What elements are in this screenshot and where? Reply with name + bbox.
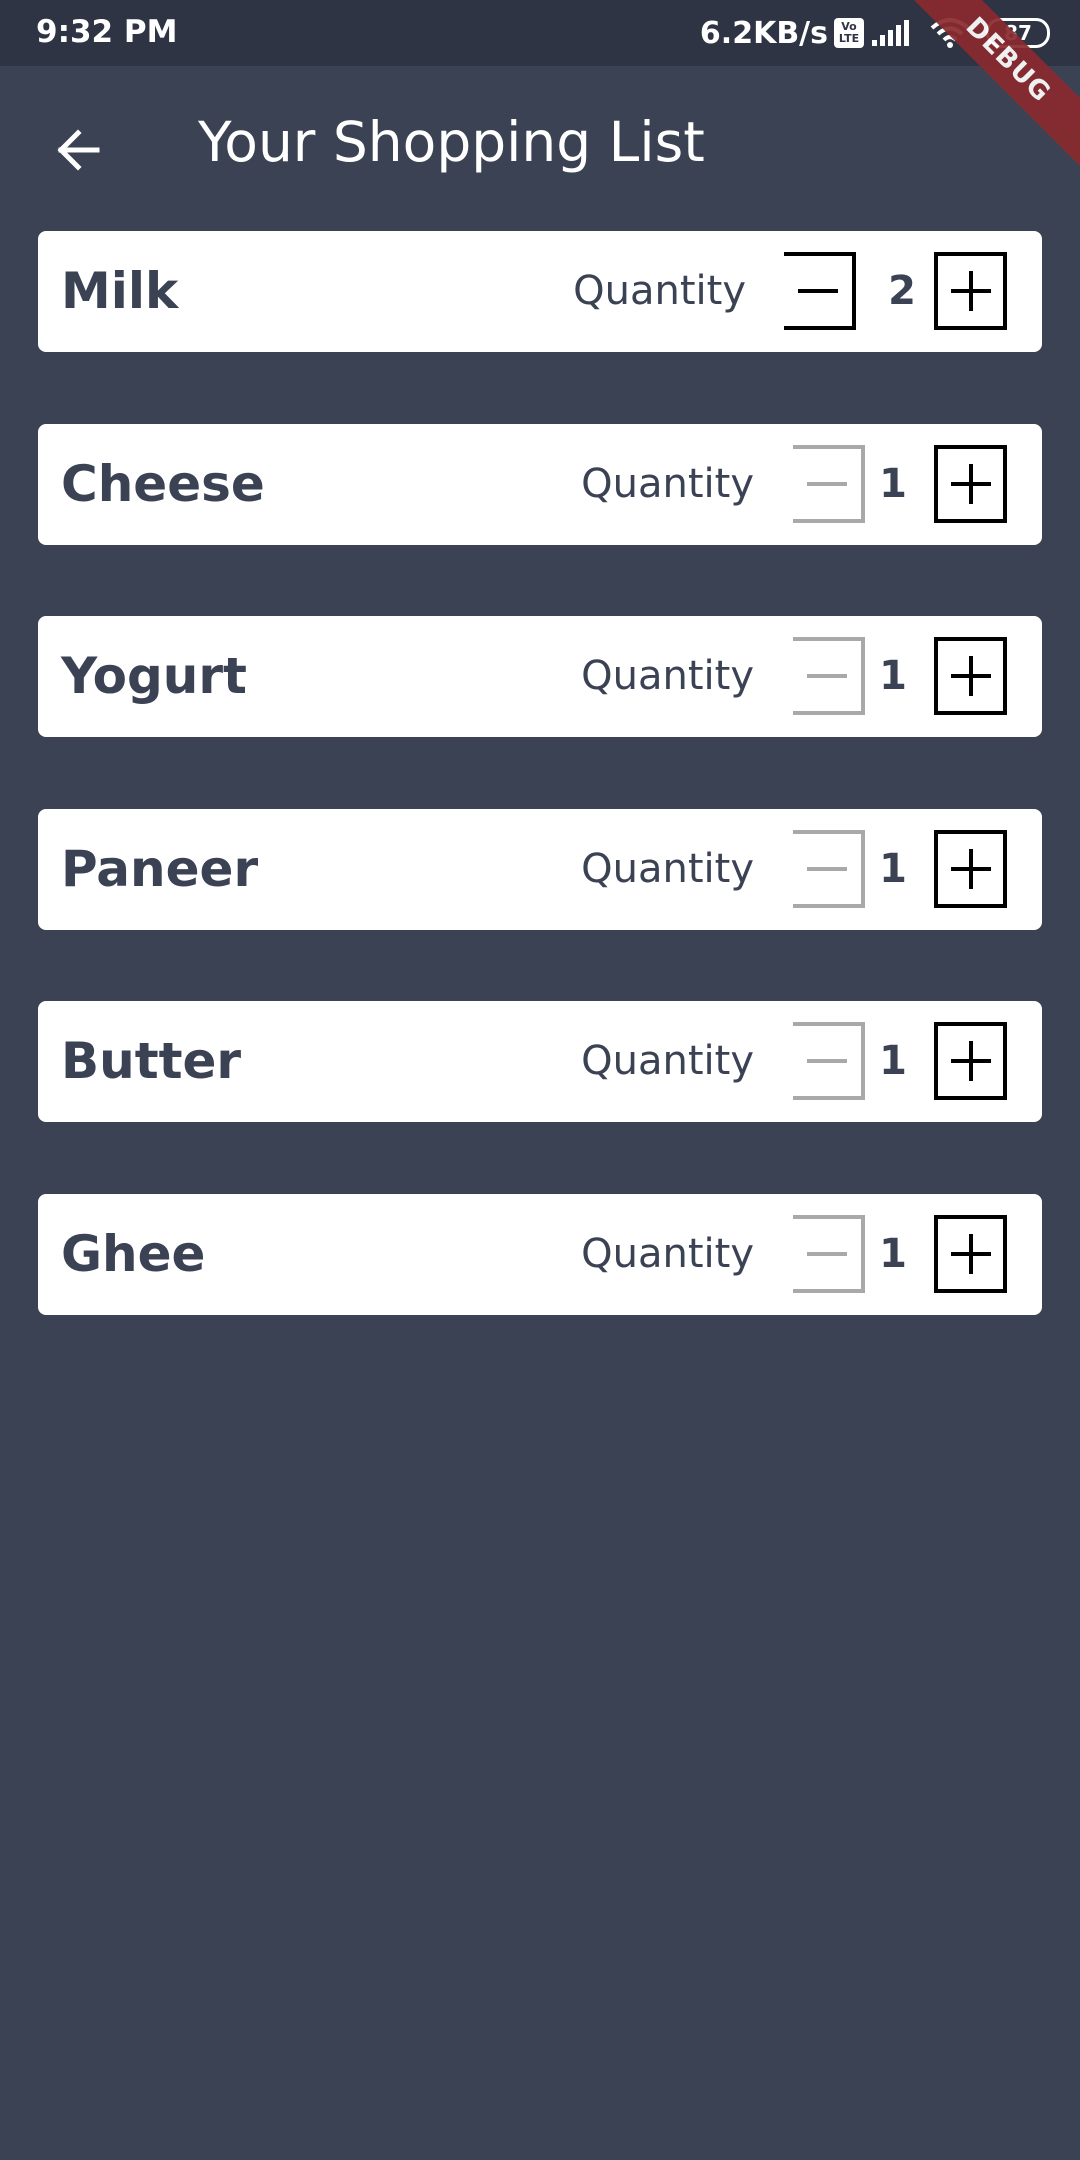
list-item: Ghee Quantity 1 [38,1193,1042,1315]
list-item: Paneer Quantity 1 [38,808,1042,930]
wifi-icon [930,18,970,48]
list-item: Butter Quantity 1 [38,1001,1042,1122]
plus-icon [950,1041,991,1081]
decrement-button[interactable] [793,829,865,908]
minus-icon [807,674,847,678]
item-name: Ghee [61,1224,206,1283]
list-item: Milk Quantity 2 [38,231,1042,352]
decrement-button[interactable] [793,444,865,523]
quantity-value: 2 [888,268,916,314]
page-title: Your Shopping List [198,110,705,174]
quantity-value: 1 [879,1230,907,1277]
arrow-left-icon [57,129,100,171]
decrement-button[interactable] [793,1214,865,1293]
plus-icon [950,1233,991,1274]
battery-icon: 87 [986,18,1050,48]
volte-icon: Vo LTE [834,18,864,48]
back-button[interactable] [38,110,118,190]
decrement-button[interactable] [793,1022,865,1100]
item-name: Yogurt [61,647,247,705]
minus-icon [807,866,847,871]
status-icons: 6.2KB/s Vo LTE 87 [700,10,1050,56]
quantity-label: Quantity [573,268,746,314]
list-item: Cheese Quantity 1 [38,423,1042,545]
quantity-value: 1 [879,845,907,892]
minus-icon [807,481,847,486]
item-name: Butter [61,1032,242,1090]
shopping-list: Milk Quantity 2 Cheese Quantity 1 Yogurt… [38,231,1042,1386]
status-time: 9:32 PM [36,14,178,50]
list-item: Yogurt Quantity 1 [38,616,1042,737]
plus-icon [950,656,991,696]
status-bar: 9:32 PM 6.2KB/s Vo LTE 87 [0,0,1080,66]
decrement-button[interactable] [784,252,856,330]
increment-button[interactable] [934,1214,1007,1293]
volte-bottom-label: LTE [838,32,860,45]
minus-icon [798,289,838,293]
plus-icon [950,271,991,311]
item-name: Paneer [61,839,259,898]
plus-icon [950,848,991,889]
increment-button[interactable] [934,829,1007,908]
minus-icon [807,1059,847,1063]
decrement-button[interactable] [793,637,865,715]
quantity-value: 1 [879,653,907,699]
quantity-label: Quantity [581,1230,754,1277]
quantity-label: Quantity [581,845,754,892]
increment-button[interactable] [934,1022,1007,1100]
quantity-value: 1 [879,460,907,507]
item-name: Milk [61,262,179,320]
minus-icon [807,1251,847,1256]
battery-level: 87 [1004,21,1032,45]
app-bar: Your Shopping List [0,66,1080,218]
quantity-label: Quantity [581,460,754,507]
increment-button[interactable] [934,637,1007,715]
network-speed: 6.2KB/s [699,15,828,51]
quantity-label: Quantity [581,653,754,699]
signal-icon [870,18,914,48]
quantity-value: 1 [879,1038,907,1084]
quantity-label: Quantity [581,1038,754,1084]
increment-button[interactable] [934,444,1007,523]
increment-button[interactable] [934,252,1007,330]
item-name: Cheese [61,454,265,513]
plus-icon [950,463,991,504]
